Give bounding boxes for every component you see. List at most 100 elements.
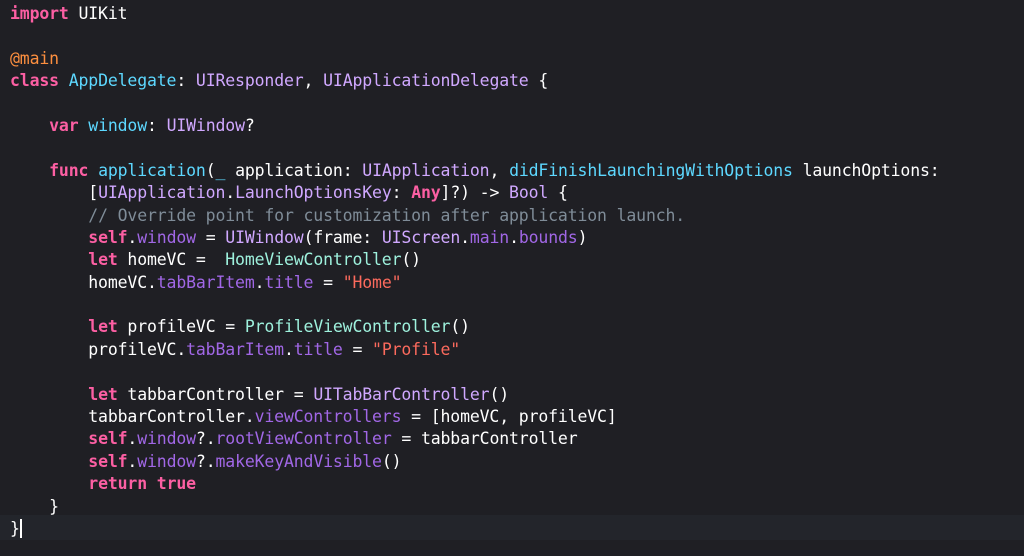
code-token: UIKit bbox=[68, 4, 128, 23]
code-token: HomeViewController bbox=[225, 250, 402, 270]
code-token: } bbox=[10, 496, 59, 516]
code-token: @main bbox=[10, 48, 59, 68]
code-token: let bbox=[88, 317, 118, 337]
code-token: . bbox=[509, 227, 519, 247]
code-token: ]?) -> bbox=[440, 183, 510, 203]
code-token: ) bbox=[577, 227, 588, 247]
code-line[interactable]: } bbox=[10, 518, 1020, 540]
code-token: profileVC. bbox=[10, 339, 187, 359]
code-token: = tabbarController bbox=[391, 429, 578, 449]
code-token: "Profile" bbox=[372, 339, 461, 359]
code-token: = bbox=[342, 339, 373, 359]
text-caret bbox=[19, 518, 22, 538]
code-line[interactable]: self.window?.makeKeyAndVisible() bbox=[10, 451, 1020, 473]
code-token: [ bbox=[10, 183, 99, 203]
code-token: homeVC = bbox=[117, 250, 226, 270]
code-line[interactable]: tabbarController.viewControllers = [home… bbox=[10, 406, 1020, 428]
code-token: "Home" bbox=[342, 272, 402, 292]
code-token: tabbarController = bbox=[117, 384, 314, 404]
code-token: window bbox=[137, 451, 196, 471]
code-token: self bbox=[88, 227, 128, 247]
code-token: UIScreen bbox=[381, 227, 461, 247]
code-token: LaunchOptionsKey bbox=[235, 183, 392, 203]
code-token: UITabBarController bbox=[313, 384, 490, 404]
code-line[interactable]: var window: UIWindow? bbox=[10, 115, 1020, 137]
code-token: = bbox=[313, 272, 343, 292]
code-token: application: bbox=[225, 160, 363, 180]
code-token: ( bbox=[205, 160, 216, 180]
code-token: UIApplication bbox=[362, 160, 490, 180]
code-token: rootViewController bbox=[215, 429, 392, 449]
code-token: . bbox=[254, 272, 265, 292]
code-editor[interactable]: import UIKit​@mainclass AppDelegate: UIR… bbox=[0, 0, 1024, 556]
code-token: . bbox=[460, 227, 470, 247]
code-token: UIWindow bbox=[166, 115, 245, 135]
code-token: = bbox=[195, 227, 226, 247]
code-line[interactable]: import UIKit bbox=[10, 3, 1020, 25]
code-line[interactable]: ​ bbox=[10, 294, 1020, 316]
code-line[interactable]: self.window?.rootViewController = tabbar… bbox=[10, 428, 1020, 450]
code-token: var bbox=[49, 115, 79, 135]
code-line[interactable]: homeVC.tabBarItem.title = "Home" bbox=[10, 272, 1020, 294]
code-line[interactable]: } bbox=[10, 496, 1020, 518]
code-line[interactable]: ​ bbox=[10, 361, 1020, 383]
code-token: . bbox=[127, 227, 138, 247]
code-line[interactable]: @main bbox=[10, 48, 1020, 70]
code-token: launchOptions: bbox=[792, 160, 940, 180]
code-token: ?. bbox=[195, 451, 216, 471]
code-token: (frame: bbox=[303, 227, 382, 247]
code-token: _ bbox=[215, 160, 226, 180]
code-text-area[interactable]: import UIKit​@mainclass AppDelegate: UIR… bbox=[10, 3, 1020, 540]
code-token: () bbox=[381, 451, 402, 471]
code-token: return bbox=[88, 474, 147, 494]
code-line[interactable]: let tabbarController = UITabBarControlle… bbox=[10, 384, 1020, 406]
code-token: // Override point for customization afte… bbox=[88, 205, 686, 225]
code-token: self bbox=[88, 451, 128, 471]
code-line[interactable]: profileVC.tabBarItem.title = "Profile" bbox=[10, 339, 1020, 361]
code-token: { bbox=[528, 71, 549, 91]
code-token: : bbox=[391, 183, 412, 203]
code-line[interactable]: [UIApplication.LaunchOptionsKey: Any]?) … bbox=[10, 182, 1020, 204]
code-line[interactable]: let homeVC = HomeViewController() bbox=[10, 249, 1020, 271]
code-token: () bbox=[401, 250, 421, 270]
code-line[interactable]: return true bbox=[10, 473, 1020, 495]
code-line[interactable]: class AppDelegate: UIResponder, UIApplic… bbox=[10, 70, 1020, 92]
code-line[interactable]: self.window = UIWindow(frame: UIScreen.m… bbox=[10, 227, 1020, 249]
code-line[interactable]: ​ bbox=[10, 137, 1020, 159]
code-line[interactable]: // Override point for customization afte… bbox=[10, 205, 1020, 227]
code-token: self bbox=[88, 429, 128, 449]
code-token: viewControllers bbox=[254, 407, 402, 427]
code-token: UIApplication bbox=[98, 183, 226, 203]
code-token: . bbox=[127, 429, 138, 449]
code-line[interactable]: func application(_ application: UIApplic… bbox=[10, 160, 1020, 182]
code-token: , bbox=[303, 71, 324, 91]
code-line[interactable]: ​ bbox=[10, 25, 1020, 47]
code-token: bounds bbox=[518, 227, 578, 247]
code-token: homeVC. bbox=[10, 272, 157, 292]
code-token: Any bbox=[411, 183, 441, 203]
code-token: : bbox=[176, 71, 196, 91]
code-token: application bbox=[98, 160, 206, 180]
code-token: , bbox=[489, 160, 510, 180]
code-token: let bbox=[88, 250, 118, 270]
code-line[interactable]: ​ bbox=[10, 93, 1020, 115]
code-token: class bbox=[10, 71, 59, 91]
code-token: () bbox=[489, 384, 510, 404]
code-line[interactable]: let profileVC = ProfileViewController() bbox=[10, 316, 1020, 338]
code-token: ? bbox=[244, 115, 255, 135]
code-token: tabbarController. bbox=[10, 407, 255, 427]
code-token: UIWindow bbox=[225, 227, 304, 247]
code-token: tabBarItem bbox=[156, 272, 255, 292]
code-token: { bbox=[548, 183, 568, 203]
code-token: didFinishLaunchingWithOptions bbox=[509, 160, 793, 180]
